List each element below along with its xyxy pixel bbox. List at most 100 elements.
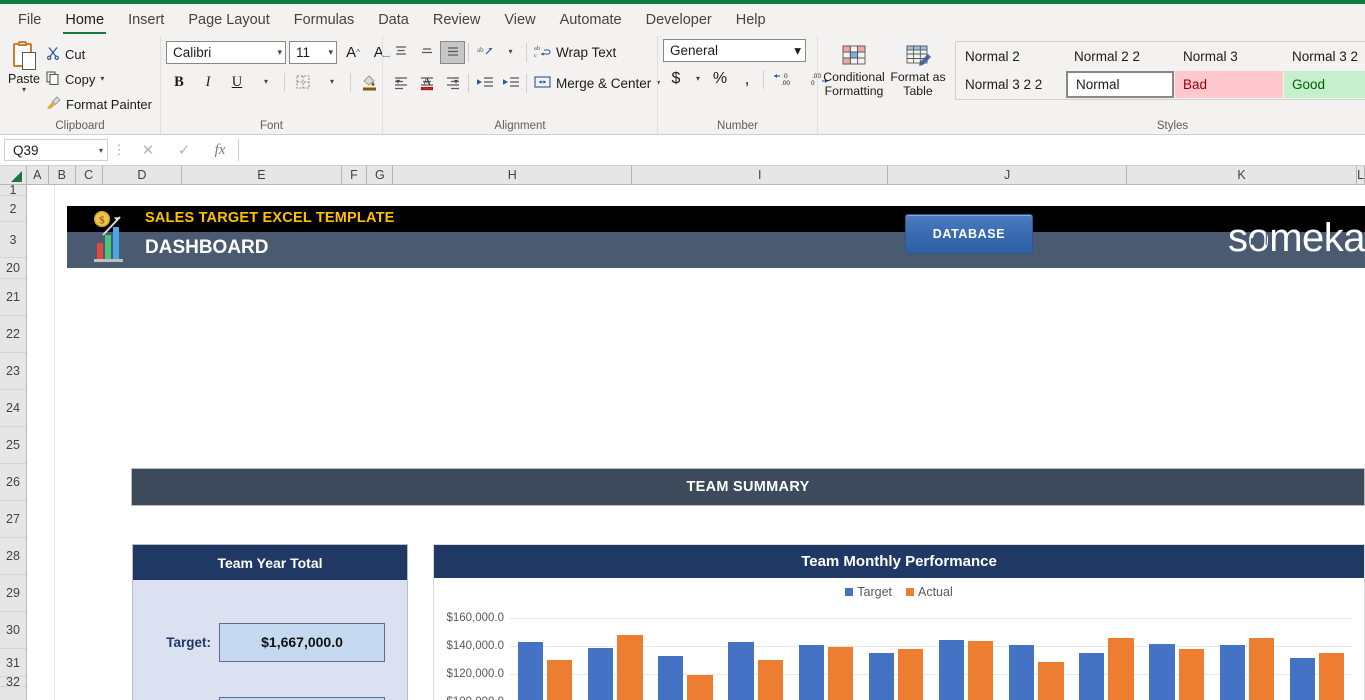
function-icon[interactable]: fx — [202, 142, 238, 159]
chart-bar-target[interactable] — [938, 640, 965, 700]
chart-bar-target[interactable] — [868, 653, 894, 700]
cell-style-normal[interactable]: Normal — [1066, 71, 1174, 98]
chart-bar-actual[interactable] — [547, 659, 573, 700]
column-header-f[interactable]: F — [341, 166, 368, 184]
row-header-30[interactable]: 30 — [0, 612, 26, 649]
ribbon-tab-developer[interactable]: Developer — [634, 4, 724, 36]
row-header-24[interactable]: 24 — [0, 390, 26, 427]
chart-bar-actual[interactable] — [1248, 638, 1275, 700]
column-header-k[interactable]: K — [1127, 166, 1358, 184]
copy-button[interactable]: Copy ▾ — [43, 68, 155, 90]
chart-bar-target[interactable] — [1079, 653, 1105, 700]
cell-style-good[interactable]: Good — [1284, 71, 1365, 98]
chevron-down-icon[interactable]: ▾ — [22, 86, 26, 94]
cut-button[interactable]: Cut — [43, 43, 155, 65]
number-format-combo[interactable]: General ▾ — [663, 39, 806, 62]
align-bottom-button[interactable] — [440, 40, 465, 64]
wrap-text-button[interactable]: ab c Wrap Text — [530, 41, 620, 64]
underline-button[interactable]: U — [224, 70, 250, 94]
orientation-dropdown[interactable]: ▾ — [498, 41, 523, 64]
legend-item-target[interactable]: Target — [845, 585, 892, 599]
row-header-1[interactable]: 1 — [0, 183, 26, 197]
borders-dropdown[interactable]: ▾ — [319, 70, 345, 94]
row-header-25[interactable]: 25 — [0, 427, 26, 464]
align-middle-button[interactable] — [414, 41, 439, 64]
chart-bar-actual[interactable] — [1178, 648, 1204, 700]
name-box[interactable]: Q39 ▾ — [4, 139, 108, 161]
cell-style-normal-3-2[interactable]: Normal 3 2 — [1284, 43, 1365, 70]
fill-color-button[interactable] — [356, 70, 382, 94]
underline-dropdown[interactable]: ▾ — [253, 70, 279, 94]
ribbon-tab-formulas[interactable]: Formulas — [282, 4, 366, 36]
chart-bar-actual[interactable] — [1318, 653, 1345, 700]
row-header-22[interactable]: 22 — [0, 316, 26, 353]
cell-style-normal-3[interactable]: Normal 3 — [1175, 43, 1283, 70]
row-header-21[interactable]: 21 — [0, 279, 26, 316]
accounting-format-button[interactable]: $ — [663, 67, 689, 91]
column-header-e[interactable]: E — [182, 166, 342, 184]
chevron-down-icon[interactable]: ▾ — [100, 75, 104, 83]
ribbon-tab-page-layout[interactable]: Page Layout — [176, 4, 281, 36]
kpi-target-value[interactable]: $1,667,000.0 — [219, 622, 385, 662]
cancel-icon[interactable]: ✕ — [130, 141, 166, 159]
confirm-icon[interactable]: ✓ — [166, 141, 202, 159]
borders-button[interactable] — [290, 70, 316, 94]
chart-bar-target[interactable] — [517, 641, 544, 700]
chart-bar-actual[interactable] — [1038, 661, 1064, 700]
formula-input[interactable] — [238, 139, 1365, 161]
conditional-formatting-button[interactable]: Conditional Formatting — [823, 41, 885, 98]
cell-style-bad[interactable]: Bad — [1175, 71, 1283, 98]
chart-bar-target[interactable] — [1219, 645, 1245, 700]
row-header-2[interactable]: 2 — [0, 196, 26, 222]
increase-decimal-button[interactable]: 0.00 — [767, 67, 801, 91]
paste-button[interactable]: Paste ▾ — [5, 39, 43, 94]
comma-style-button[interactable]: , — [734, 67, 760, 91]
merge-and-center-button[interactable]: Merge & Center ▾ — [530, 72, 664, 95]
column-header-a[interactable]: A — [26, 166, 49, 184]
chart-bar-actual[interactable] — [757, 659, 783, 700]
row-header-3[interactable]: 3 — [0, 222, 26, 258]
chart-bar-target[interactable] — [658, 655, 684, 700]
row-header-29[interactable]: 29 — [0, 575, 26, 612]
percent-format-button[interactable]: % — [707, 67, 733, 91]
decrease-indent-button[interactable] — [472, 72, 497, 95]
orientation-button[interactable]: ab — [472, 41, 497, 64]
column-header-g[interactable]: G — [367, 166, 394, 184]
font-size-combo[interactable]: 11 ▾ — [289, 40, 337, 64]
align-top-button[interactable] — [388, 41, 413, 64]
align-right-button[interactable] — [440, 72, 465, 95]
chart-bar-actual[interactable] — [968, 640, 994, 700]
formula-bar-overflow-icon[interactable]: ⋮ — [108, 142, 130, 158]
row-header-23[interactable]: 23 — [0, 353, 26, 390]
row-header-26[interactable]: 26 — [0, 464, 26, 501]
format-painter-button[interactable]: Format Painter — [43, 93, 155, 115]
cell-style-normal-3-2-2[interactable]: Normal 3 2 2 — [957, 71, 1065, 98]
format-as-table-button[interactable]: Format as Table — [887, 41, 949, 98]
chart-bar-target[interactable] — [1289, 657, 1315, 700]
database-button[interactable]: DATABASE — [905, 214, 1033, 254]
accounting-format-dropdown[interactable]: ▾ — [690, 67, 706, 91]
column-header-d[interactable]: D — [102, 166, 183, 184]
ribbon-tab-insert[interactable]: Insert — [116, 4, 176, 36]
legend-item-actual[interactable]: Actual — [906, 585, 953, 599]
chart-bar-target[interactable] — [588, 647, 614, 700]
cell-style-normal-2[interactable]: Normal 2 — [957, 43, 1065, 70]
ribbon-tab-review[interactable]: Review — [421, 4, 493, 36]
align-center-button[interactable] — [414, 72, 439, 95]
increase-font-size-button[interactable]: A ^ — [340, 40, 366, 64]
column-header-j[interactable]: J — [888, 166, 1128, 184]
select-all-corner[interactable] — [0, 166, 27, 184]
chart-bar-actual[interactable] — [617, 634, 643, 700]
column-header-i[interactable]: I — [632, 166, 889, 184]
chart-bar-target[interactable] — [728, 641, 754, 700]
bold-button[interactable]: B — [166, 70, 192, 94]
ribbon-tab-data[interactable]: Data — [366, 4, 421, 36]
column-header-c[interactable]: C — [75, 166, 103, 184]
chart-bar-target[interactable] — [1009, 645, 1035, 700]
chart-bar-actual[interactable] — [897, 648, 924, 700]
row-header-28[interactable]: 28 — [0, 538, 26, 575]
row-header-32[interactable]: 32 — [0, 675, 26, 689]
column-header-b[interactable]: B — [48, 166, 76, 184]
kpi-actual-value[interactable]: $1,649,725.0 — [219, 696, 385, 700]
ribbon-tab-file[interactable]: File — [6, 4, 53, 36]
